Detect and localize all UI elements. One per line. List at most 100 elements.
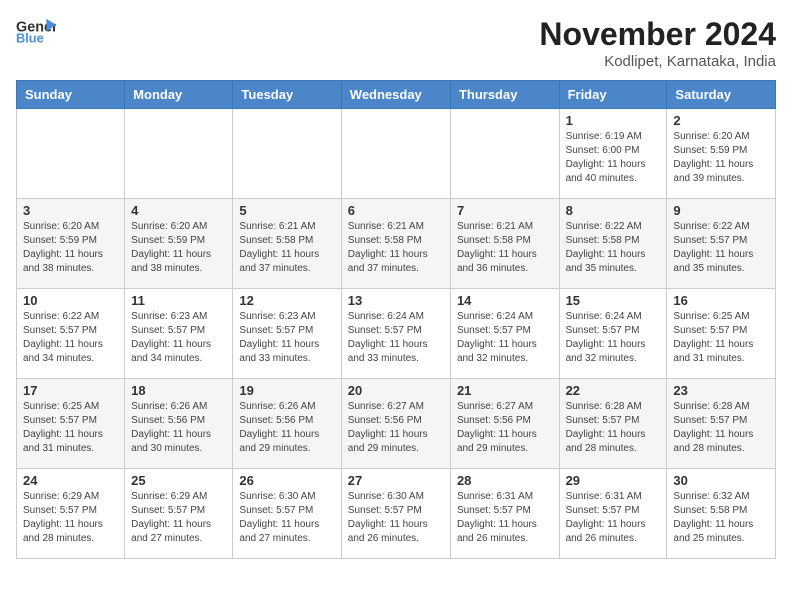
day-info: Sunrise: 6:27 AM Sunset: 5:56 PM Dayligh…: [457, 400, 553, 456]
calendar-cell: 9 Sunrise: 6:22 AM Sunset: 5:57 PM Daylig…: [667, 199, 776, 289]
calendar-week-1: 3Sunrise: 6:20 AM Sunset: 5:59 PM Daylig…: [17, 199, 776, 289]
day-number: 26: [239, 473, 334, 488]
calendar-cell: 29Sunrise: 6:31 AM Sunset: 5:57 PM Dayli…: [559, 469, 667, 559]
calendar-cell: 16 Sunrise: 6:25 AM Sunset: 5:57 PM Dayli…: [667, 289, 776, 379]
day-info: Sunrise: 6:27 AM Sunset: 5:56 PM Dayligh…: [348, 400, 444, 456]
day-number: 24: [23, 473, 118, 488]
calendar-cell: [450, 109, 559, 199]
weekday-header-row: SundayMondayTuesdayWednesdayThursdayFrid…: [17, 81, 776, 109]
month-title: November 2024: [539, 16, 776, 53]
day-info: Sunrise: 6:20 AM Sunset: 5:59 PM Dayligh…: [131, 220, 226, 276]
day-info: Sunrise: 6:30 AM Sunset: 5:57 PM Dayligh…: [239, 490, 334, 546]
day-info: Sunrise: 6:29 AM Sunset: 5:57 PM Dayligh…: [23, 490, 118, 546]
day-number: 23: [673, 383, 769, 398]
logo-icon: General Blue: [16, 16, 56, 46]
calendar-cell: 24 Sunrise: 6:29 AM Sunset: 5:57 PM Dayli…: [17, 469, 125, 559]
day-number: 29: [566, 473, 661, 488]
day-info: Sunrise: 6:30 AM Sunset: 5:57 PM Dayligh…: [348, 490, 444, 546]
day-info: Sunrise: 6:21 AM Sunset: 5:58 PM Dayligh…: [348, 220, 444, 276]
day-info: Sunrise: 6:29 AM Sunset: 5:57 PM Dayligh…: [131, 490, 226, 546]
day-info: Sunrise: 6:20 AM Sunset: 5:59 PM Dayligh…: [23, 220, 118, 276]
weekday-wednesday: Wednesday: [341, 81, 450, 109]
calendar-cell: 1Sunrise: 6:19 AM Sunset: 6:00 PM Daylig…: [559, 109, 667, 199]
calendar-week-4: 24 Sunrise: 6:29 AM Sunset: 5:57 PM Dayli…: [17, 469, 776, 559]
page-header: General Blue November 2024 Kodlipet, Kar…: [16, 16, 776, 70]
calendar-cell: 13 Sunrise: 6:24 AM Sunset: 5:57 PM Dayli…: [341, 289, 450, 379]
day-number: 28: [457, 473, 553, 488]
day-info: Sunrise: 6:28 AM Sunset: 5:57 PM Dayligh…: [673, 400, 769, 456]
calendar-cell: 27 Sunrise: 6:30 AM Sunset: 5:57 PM Dayli…: [341, 469, 450, 559]
day-number: 16: [673, 293, 769, 308]
logo: General Blue: [16, 16, 56, 46]
day-number: 15: [566, 293, 661, 308]
day-number: 18: [131, 383, 226, 398]
calendar-cell: 11 Sunrise: 6:23 AM Sunset: 5:57 PM Dayli…: [125, 289, 233, 379]
day-number: 4: [131, 203, 226, 218]
calendar-cell: 12Sunrise: 6:23 AM Sunset: 5:57 PM Dayli…: [233, 289, 341, 379]
day-info: Sunrise: 6:20 AM Sunset: 5:59 PM Dayligh…: [673, 130, 769, 186]
calendar-cell: 28 Sunrise: 6:31 AM Sunset: 5:57 PM Dayli…: [450, 469, 559, 559]
day-number: 11: [131, 293, 226, 308]
day-number: 1: [566, 113, 661, 128]
day-number: 14: [457, 293, 553, 308]
day-info: Sunrise: 6:28 AM Sunset: 5:57 PM Dayligh…: [566, 400, 661, 456]
day-info: Sunrise: 6:23 AM Sunset: 5:57 PM Dayligh…: [131, 310, 226, 366]
day-info: Sunrise: 6:26 AM Sunset: 5:56 PM Dayligh…: [239, 400, 334, 456]
calendar-cell: 15Sunrise: 6:24 AM Sunset: 5:57 PM Dayli…: [559, 289, 667, 379]
day-number: 10: [23, 293, 118, 308]
day-info: Sunrise: 6:31 AM Sunset: 5:57 PM Dayligh…: [457, 490, 553, 546]
calendar-cell: 21 Sunrise: 6:27 AM Sunset: 5:56 PM Dayli…: [450, 379, 559, 469]
calendar-cell: 23 Sunrise: 6:28 AM Sunset: 5:57 PM Dayli…: [667, 379, 776, 469]
weekday-sunday: Sunday: [17, 81, 125, 109]
day-info: Sunrise: 6:21 AM Sunset: 5:58 PM Dayligh…: [457, 220, 553, 276]
day-info: Sunrise: 6:24 AM Sunset: 5:57 PM Dayligh…: [348, 310, 444, 366]
day-info: Sunrise: 6:26 AM Sunset: 5:56 PM Dayligh…: [131, 400, 226, 456]
day-number: 6: [348, 203, 444, 218]
day-number: 27: [348, 473, 444, 488]
day-info: Sunrise: 6:22 AM Sunset: 5:57 PM Dayligh…: [23, 310, 118, 366]
day-number: 8: [566, 203, 661, 218]
calendar-week-3: 17 Sunrise: 6:25 AM Sunset: 5:57 PM Dayli…: [17, 379, 776, 469]
calendar-cell: [233, 109, 341, 199]
day-number: 5: [239, 203, 334, 218]
calendar-body: 1Sunrise: 6:19 AM Sunset: 6:00 PM Daylig…: [17, 109, 776, 559]
calendar-cell: 22 Sunrise: 6:28 AM Sunset: 5:57 PM Dayli…: [559, 379, 667, 469]
calendar-cell: [125, 109, 233, 199]
day-number: 13: [348, 293, 444, 308]
day-info: Sunrise: 6:25 AM Sunset: 5:57 PM Dayligh…: [23, 400, 118, 456]
day-number: 25: [131, 473, 226, 488]
day-number: 7: [457, 203, 553, 218]
weekday-monday: Monday: [125, 81, 233, 109]
calendar-cell: 25 Sunrise: 6:29 AM Sunset: 5:57 PM Dayli…: [125, 469, 233, 559]
calendar-cell: 26 Sunrise: 6:30 AM Sunset: 5:57 PM Dayli…: [233, 469, 341, 559]
calendar-cell: 30Sunrise: 6:32 AM Sunset: 5:58 PM Dayli…: [667, 469, 776, 559]
day-info: Sunrise: 6:25 AM Sunset: 5:57 PM Dayligh…: [673, 310, 769, 366]
day-number: 30: [673, 473, 769, 488]
day-number: 17: [23, 383, 118, 398]
weekday-tuesday: Tuesday: [233, 81, 341, 109]
title-area: November 2024 Kodlipet, Karnataka, India: [539, 16, 776, 70]
day-info: Sunrise: 6:23 AM Sunset: 5:57 PM Dayligh…: [239, 310, 334, 366]
weekday-thursday: Thursday: [450, 81, 559, 109]
calendar-cell: 19 Sunrise: 6:26 AM Sunset: 5:56 PM Dayli…: [233, 379, 341, 469]
svg-text:Blue: Blue: [16, 31, 44, 46]
day-number: 20: [348, 383, 444, 398]
calendar-cell: 4 Sunrise: 6:20 AM Sunset: 5:59 PM Daylig…: [125, 199, 233, 289]
day-info: Sunrise: 6:22 AM Sunset: 5:57 PM Dayligh…: [673, 220, 769, 276]
calendar-cell: 3Sunrise: 6:20 AM Sunset: 5:59 PM Daylig…: [17, 199, 125, 289]
weekday-saturday: Saturday: [667, 81, 776, 109]
calendar-cell: [17, 109, 125, 199]
calendar-cell: 17 Sunrise: 6:25 AM Sunset: 5:57 PM Dayli…: [17, 379, 125, 469]
day-number: 22: [566, 383, 661, 398]
location-subtitle: Kodlipet, Karnataka, India: [539, 53, 776, 70]
day-number: 21: [457, 383, 553, 398]
calendar-cell: 18 Sunrise: 6:26 AM Sunset: 5:56 PM Dayli…: [125, 379, 233, 469]
day-number: 2: [673, 113, 769, 128]
day-number: 9: [673, 203, 769, 218]
day-info: Sunrise: 6:21 AM Sunset: 5:58 PM Dayligh…: [239, 220, 334, 276]
calendar-cell: 7 Sunrise: 6:21 AM Sunset: 5:58 PM Daylig…: [450, 199, 559, 289]
day-number: 19: [239, 383, 334, 398]
calendar-cell: 2 Sunrise: 6:20 AM Sunset: 5:59 PM Daylig…: [667, 109, 776, 199]
calendar-cell: [341, 109, 450, 199]
day-info: Sunrise: 6:22 AM Sunset: 5:58 PM Dayligh…: [566, 220, 661, 276]
